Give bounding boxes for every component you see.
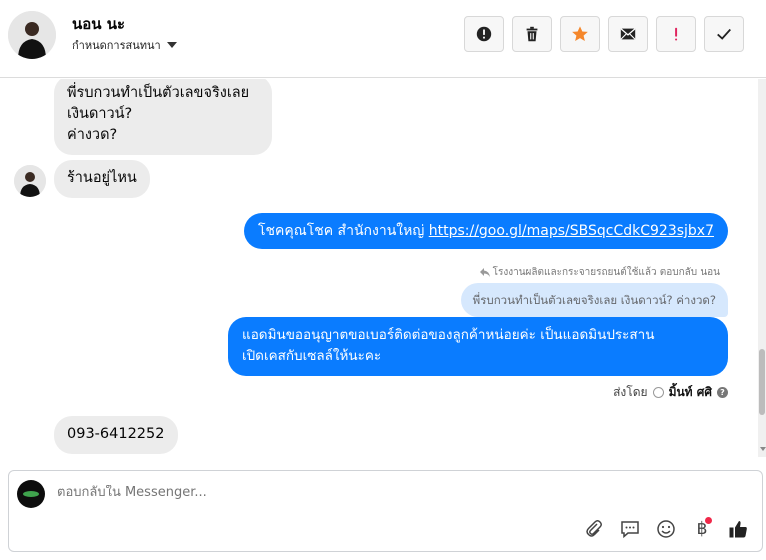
reply-composer: ฿ <box>8 470 763 552</box>
conversation-header: นอน นะ กำหนดการสนทนา <box>0 0 766 78</box>
sent-by-label: ส่งโดย <box>613 385 648 399</box>
incoming-message[interactable]: 093-6412252 <box>54 416 178 454</box>
trash-icon <box>526 26 538 42</box>
scroll-down-arrow-icon[interactable] <box>760 447 766 451</box>
emoji-icon <box>657 520 675 538</box>
incoming-message[interactable]: พี่รบกวนทำเป็นตัวเลขจริงเลย เงินดาวน์? ค… <box>54 79 272 155</box>
message-text: ร้านอยู่ไหน <box>67 170 137 186</box>
mark-done-button[interactable] <box>704 16 744 52</box>
message-line: เปิดเคสกับเซลล์ให้นะคะ <box>242 348 382 364</box>
scroll-thumb[interactable] <box>759 349 765 415</box>
alert-icon <box>476 26 492 42</box>
message-line: เงินดาวน์? <box>67 106 133 122</box>
message-line: แอดมินขออนุญาตขอเบอร์ติดต่อของลูกค้าหน่อ… <box>242 327 655 343</box>
mark-spam-button[interactable] <box>464 16 504 52</box>
incoming-message[interactable]: ร้านอยู่ไหน <box>54 160 150 198</box>
mark-unread-button[interactable] <box>608 16 648 52</box>
star-icon <box>572 26 588 42</box>
star-button[interactable] <box>560 16 600 52</box>
like-button[interactable] <box>726 517 750 541</box>
sender-avatar[interactable] <box>14 165 46 197</box>
thread-scrollbar[interactable] <box>758 79 766 457</box>
outgoing-message[interactable]: แอดมินขออนุญาตขอเบอร์ติดต่อของลูกค้าหน่อ… <box>228 317 728 376</box>
message-text: โชคคุณโชค สำนักงานใหญ่ <box>257 223 429 239</box>
message-text: 093-6412252 <box>67 426 165 442</box>
message-line: พี่รบกวนทำเป็นตัวเลขจริงเลย <box>67 85 250 101</box>
assign-conversation-label: กำหนดการสนทนา <box>72 39 161 52</box>
quoted-message[interactable]: พี่รบกวนทำเป็นตัวเลขจริงเลย เงินดาวน์? ค… <box>460 283 728 317</box>
check-icon <box>717 28 731 40</box>
emoji-button[interactable] <box>654 517 678 541</box>
attach-icon <box>586 520 602 537</box>
caret-down-icon <box>166 42 177 48</box>
message-thread[interactable]: พี่รบกวนทำเป็นตัวเลขจริงเลย เงินดาวน์? ค… <box>0 79 758 457</box>
sent-by-name: มิ้นท์ ศศิ <box>668 385 712 399</box>
reply-context: โรงงานผลิตและกระจายรถยนต์ใช้แล้ว ตอบกลับ… <box>479 265 720 280</box>
saved-reply-icon <box>621 521 639 539</box>
help-icon[interactable]: ? <box>717 387 728 398</box>
reply-input[interactable] <box>57 485 537 500</box>
check-circle-icon <box>652 387 664 398</box>
attach-button[interactable] <box>582 517 606 541</box>
saved-reply-button[interactable] <box>618 517 642 541</box>
maps-link[interactable]: https://goo.gl/maps/SBSqcCdkC923sjbx7 <box>429 223 714 239</box>
follow-up-button[interactable] <box>656 16 696 52</box>
contact-avatar[interactable] <box>8 11 56 59</box>
like-icon <box>729 521 747 538</box>
message-line: ค่างวด? <box>67 127 118 143</box>
composer-actions: ฿ <box>582 517 750 541</box>
sent-by-info: ส่งโดย มิ้นท์ ศศิ ? <box>613 383 728 402</box>
payment-button[interactable]: ฿ <box>690 517 714 541</box>
page-avatar <box>17 480 45 508</box>
exclamation-icon <box>675 27 678 41</box>
contact-name: นอน นะ <box>72 15 126 33</box>
notification-dot <box>705 517 712 524</box>
reply-context-text: โรงงานผลิตและกระจายรถยนต์ใช้แล้ว ตอบกลับ… <box>492 267 720 278</box>
delete-button[interactable] <box>512 16 552 52</box>
assign-conversation-dropdown[interactable]: กำหนดการสนทนา <box>72 36 177 54</box>
reply-arrow-icon <box>479 268 490 277</box>
header-toolbar <box>464 16 744 52</box>
outgoing-message[interactable]: โชคคุณโชค สำนักงานใหญ่ https://goo.gl/ma… <box>243 213 728 249</box>
quoted-text: พี่รบกวนทำเป็นตัวเลขจริงเลย เงินดาวน์? ค… <box>472 293 716 307</box>
mail-icon <box>620 28 636 40</box>
